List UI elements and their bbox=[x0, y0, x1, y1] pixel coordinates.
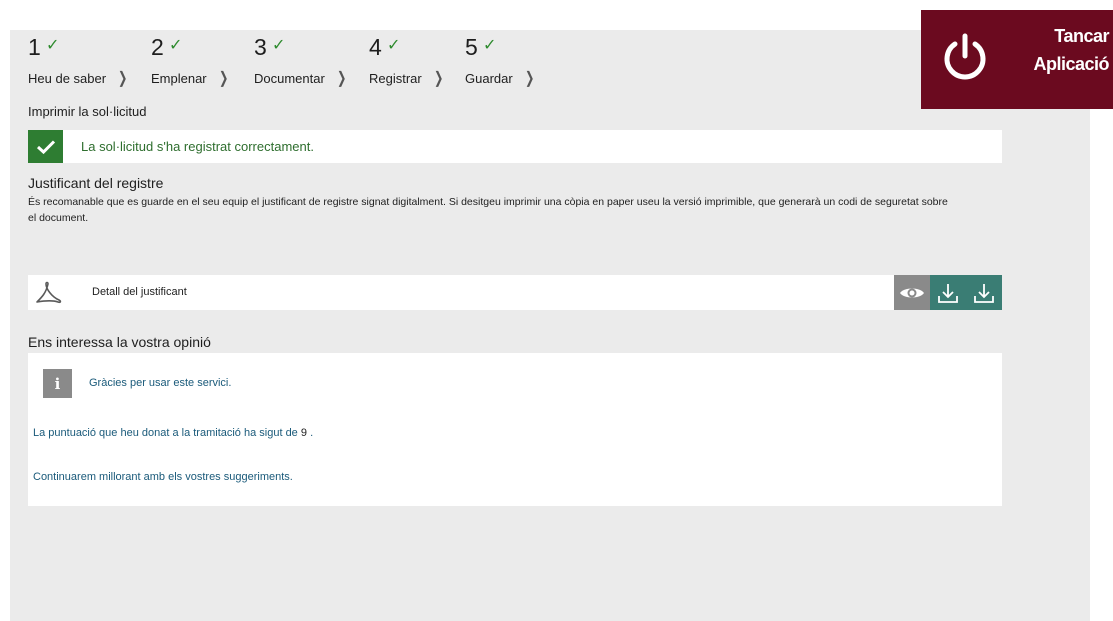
step-number: 4 bbox=[369, 34, 382, 60]
step-number: 2 bbox=[151, 34, 164, 60]
close-app-button[interactable]: Tancar Aplicació bbox=[921, 10, 1113, 109]
view-button[interactable] bbox=[894, 275, 930, 310]
download-button[interactable] bbox=[930, 275, 966, 310]
section-title-justificant: Justificant del registre bbox=[28, 175, 164, 191]
score-suffix: . bbox=[310, 427, 314, 439]
power-icon bbox=[944, 33, 986, 80]
check-icon: ✓ bbox=[387, 37, 401, 54]
check-icon: ✓ bbox=[483, 37, 497, 54]
score-value: 9 bbox=[300, 427, 307, 439]
download-icon bbox=[938, 283, 958, 303]
score-message: La puntuació que heu donat a la tramitac… bbox=[33, 427, 313, 439]
chevron-right-icon: ❯ bbox=[524, 70, 535, 87]
file-label: Detall del justificant bbox=[92, 286, 187, 298]
download-signed-button[interactable] bbox=[966, 275, 1002, 310]
success-check-icon bbox=[28, 130, 63, 163]
check-icon: ✓ bbox=[46, 37, 60, 54]
step-number: 1 bbox=[28, 34, 41, 60]
success-message: La sol·licitud s'ha registrat correctame… bbox=[81, 139, 314, 154]
step-number: 3 bbox=[254, 34, 267, 60]
check-icon: ✓ bbox=[169, 37, 183, 54]
section-title-opinion: Ens interessa la vostra opinió bbox=[28, 334, 211, 350]
info-icon: i bbox=[43, 369, 72, 398]
continue-message: Continuarem millorant amb els vostres su… bbox=[33, 471, 293, 483]
chevron-right-icon: ❯ bbox=[118, 70, 128, 87]
success-alert: La sol·licitud s'ha registrat correctame… bbox=[28, 130, 1002, 163]
step-label: Emplenar bbox=[151, 71, 207, 86]
wizard-steps: 1 ✓ Heu de saber ❯ 2 ✓ Emplenar ❯ 3 ✓ Docu… bbox=[28, 34, 728, 94]
score-prefix: La puntuació que heu donat a la tramitac… bbox=[33, 427, 298, 439]
close-app-label-2: Aplicació bbox=[1033, 54, 1109, 74]
thanks-message: Gràcies per usar este servici. bbox=[89, 377, 232, 389]
file-row-justificant: Detall del justificant bbox=[28, 275, 1002, 310]
main-panel bbox=[10, 30, 1090, 621]
section-description-justificant: És recomanable que es guarde en el seu e… bbox=[28, 196, 948, 224]
step-label: Registrar bbox=[369, 71, 422, 86]
step-label: Guardar bbox=[465, 71, 513, 86]
eye-icon bbox=[900, 288, 924, 297]
page-title: Imprimir la sol·licitud bbox=[28, 104, 147, 119]
step-label: Heu de saber bbox=[28, 71, 107, 86]
opinion-box: i Gràcies per usar este servici. La punt… bbox=[28, 353, 1002, 506]
download-icon bbox=[974, 283, 994, 303]
step-number: 5 bbox=[465, 34, 478, 60]
chevron-right-icon: ❯ bbox=[433, 70, 444, 87]
close-app-label-1: Tancar bbox=[1054, 26, 1109, 46]
chevron-right-icon: ❯ bbox=[336, 70, 347, 87]
chevron-right-icon: ❯ bbox=[218, 70, 229, 87]
step-label: Documentar bbox=[254, 71, 325, 86]
pdf-icon bbox=[36, 281, 62, 304]
check-icon: ✓ bbox=[272, 37, 286, 54]
